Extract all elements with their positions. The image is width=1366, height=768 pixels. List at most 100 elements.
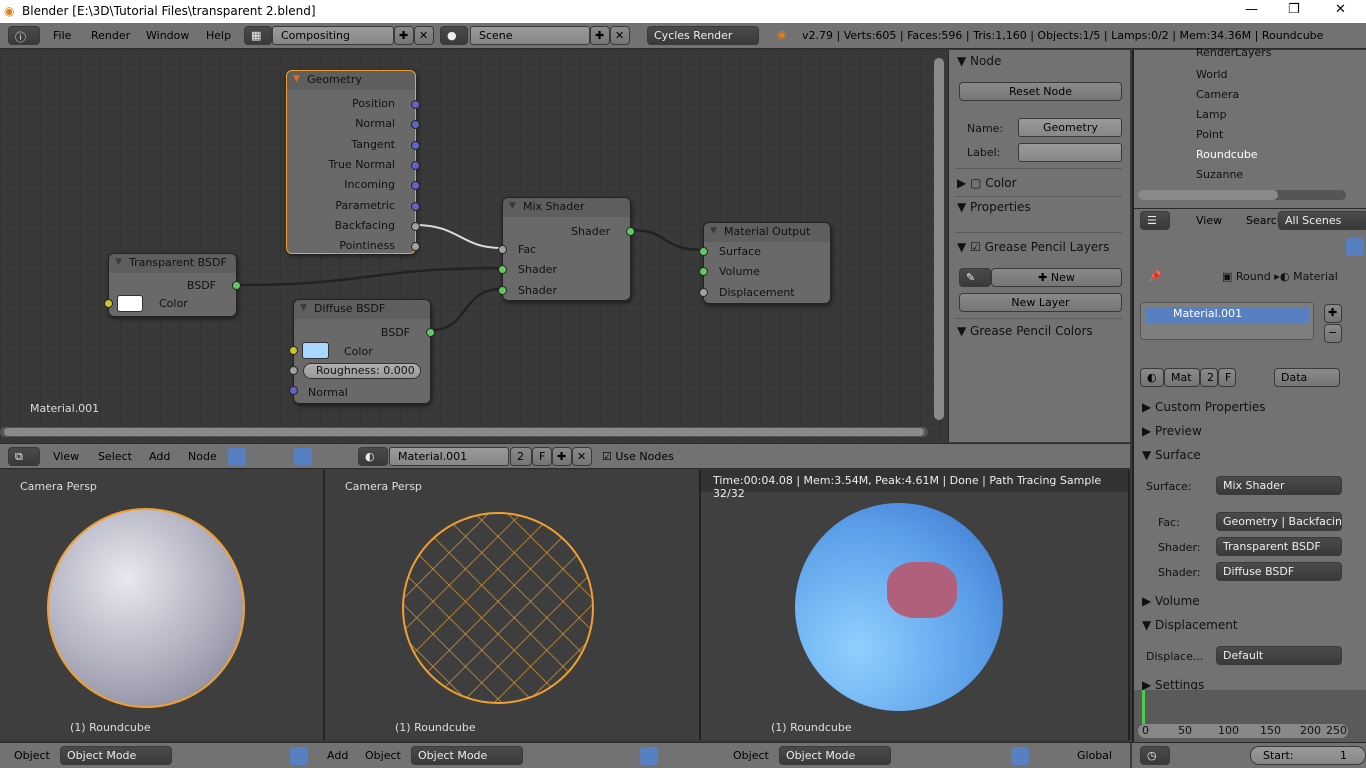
socket-color[interactable]	[104, 299, 113, 308]
unlink-material-button[interactable]: ✕	[572, 447, 592, 466]
remove-slot-button[interactable]: −	[1324, 324, 1342, 343]
node-label-field[interactable]	[1018, 143, 1122, 162]
editor-type-info-icon[interactable]: ⓘ	[8, 26, 40, 45]
fake-user-button[interactable]: F	[1218, 368, 1236, 387]
node-transparent-bsdf[interactable]: Transparent BSDF BSDF Color	[104, 253, 241, 317]
socket-normal[interactable]	[289, 386, 298, 395]
use-nodes-checkbox[interactable]: ☑ Use Nodes	[602, 450, 674, 463]
color-swatch[interactable]	[117, 295, 143, 312]
material-tab-icon[interactable]	[1346, 238, 1364, 256]
socket-shader-in-2[interactable]	[498, 286, 507, 295]
material-browse-icon[interactable]: ◐	[358, 447, 388, 466]
display-mode-dropdown[interactable]: All Scenes	[1278, 211, 1366, 230]
outliner-item-world[interactable]: World	[1196, 68, 1228, 81]
menu-object[interactable]: Object	[14, 749, 50, 762]
material-name-field[interactable]: Mat	[1164, 368, 1200, 387]
scene-icon[interactable]: ●	[440, 26, 468, 45]
add-scene-button[interactable]: ✚	[590, 26, 610, 45]
panel-header-properties[interactable]: ▼ Properties	[957, 200, 1031, 214]
shader-1-dropdown[interactable]: Transparent BSDF	[1216, 537, 1342, 556]
panel-preview[interactable]: ▶ Preview	[1142, 424, 1202, 438]
panel-header-color[interactable]: ▶ ▢ Color	[957, 176, 1017, 190]
add-slot-button[interactable]: ✚	[1324, 304, 1342, 323]
menu-help[interactable]: Help	[206, 29, 231, 42]
node-editor-type-icon[interactable]: ⧉	[8, 447, 40, 466]
current-frame-indicator[interactable]	[1142, 690, 1145, 724]
outliner-item-renderlayers[interactable]: RenderLayers	[1196, 46, 1272, 59]
menu-view[interactable]: View	[1196, 214, 1222, 227]
roundcube-object[interactable]	[47, 508, 245, 708]
outliner-row[interactable]: Roundcube	[1134, 148, 1346, 168]
roundcube-wireframe[interactable]	[402, 512, 594, 704]
material-field[interactable]: Material.001	[389, 447, 509, 466]
mode-dropdown[interactable]: Object Mode	[411, 746, 523, 765]
socket-position[interactable]	[411, 100, 420, 109]
timeline[interactable]: 0 50 100 150 200 250	[1132, 690, 1366, 742]
menu-window[interactable]: Window	[146, 29, 189, 42]
start-frame-field[interactable]: Start: 1	[1250, 746, 1366, 765]
viewport-wireframe[interactable]: Camera Persp (1) Roundcube	[325, 470, 701, 740]
socket-parametric[interactable]	[411, 202, 420, 211]
outliner-item-lamp[interactable]: Lamp	[1196, 108, 1227, 121]
timeline-editor-icon[interactable]: ◷	[1140, 746, 1170, 765]
outliner-row[interactable]: Lamp	[1134, 108, 1346, 128]
material-slot-list[interactable]: Material.001	[1140, 302, 1314, 340]
socket-displacement[interactable]	[699, 288, 708, 297]
outliner-scrollbar[interactable]	[1138, 190, 1346, 200]
socket-color[interactable]	[289, 346, 298, 355]
node-name-field[interactable]: Geometry	[1018, 118, 1122, 137]
outliner-row[interactable]: Camera	[1134, 88, 1346, 108]
mode-dropdown[interactable]: Object Mode	[60, 746, 172, 765]
outliner-editor-icon[interactable]: ☰	[1140, 211, 1170, 230]
node-mix-shader[interactable]: Mix Shader Shader Fac Shader Shader	[498, 197, 635, 301]
menu-file[interactable]: File	[53, 29, 71, 42]
properties-tabs[interactable]	[1138, 236, 1366, 258]
screen-layout-icon[interactable]: ▦	[244, 26, 272, 45]
outliner-item-roundcube[interactable]: Roundcube	[1196, 148, 1258, 161]
panel-volume[interactable]: ▶ Volume	[1142, 594, 1200, 608]
render-engine-dropdown[interactable]: Cycles Render	[647, 26, 759, 45]
new-layer-button[interactable]: New Layer	[959, 293, 1122, 312]
socket-tangent[interactable]	[411, 141, 420, 150]
layout-field[interactable]: Compositing	[272, 26, 394, 45]
roughness-slider[interactable]: Roughness: 0.000	[303, 363, 421, 379]
socket-shader-in-1[interactable]	[498, 265, 507, 274]
orientation-dropdown[interactable]: Global	[1077, 749, 1112, 762]
horizontal-scrollbar[interactable]	[0, 427, 928, 437]
socket-fac[interactable]	[498, 245, 507, 254]
socket-shader-out[interactable]	[626, 227, 635, 236]
node-editor[interactable]: Geometry Position Normal Tangent True No…	[0, 50, 948, 442]
menu-object[interactable]: Object	[365, 749, 401, 762]
vertical-scrollbar[interactable]	[934, 58, 944, 420]
viewport-rendered[interactable]: Time:00:04.08 | Mem:3.54M, Peak:4.61M | …	[701, 470, 1130, 740]
outliner-row[interactable]: Suzanne	[1134, 168, 1346, 188]
users-count[interactable]: 2	[510, 447, 532, 466]
menu-select[interactable]: Select	[98, 450, 132, 463]
outliner-item-suzanne[interactable]: Suzanne	[1196, 168, 1243, 181]
socket-true-normal[interactable]	[411, 161, 420, 170]
fake-user-button[interactable]: F	[532, 447, 552, 466]
minimize-button[interactable]: —	[1245, 2, 1258, 17]
add-layout-button[interactable]: ✚	[394, 26, 414, 45]
users-count[interactable]: 2	[1200, 368, 1218, 387]
link-dropdown[interactable]: Data	[1274, 368, 1340, 387]
panel-header-node[interactable]: ▼ Node	[957, 54, 1001, 68]
mode-dropdown[interactable]: Object Mode	[779, 746, 891, 765]
translate-manipulator-icon[interactable]	[290, 747, 308, 765]
socket-surface[interactable]	[699, 247, 708, 256]
socket-volume[interactable]	[699, 267, 708, 276]
reset-node-button[interactable]: Reset Node	[959, 82, 1122, 101]
pencil-icon[interactable]: ✎	[959, 268, 991, 287]
pin-icon[interactable]: 📌	[1148, 270, 1162, 283]
outliner-item-point[interactable]: Point	[1196, 128, 1223, 141]
menu-add[interactable]: Add	[327, 749, 348, 762]
delete-scene-button[interactable]: ✕	[610, 26, 630, 45]
panel-displacement[interactable]: ▼ Displacement	[1142, 618, 1238, 632]
scene-field[interactable]: Scene	[470, 26, 590, 45]
panel-header-grease-pencil-layers[interactable]: ▼ ☑ Grease Pencil Layers	[957, 240, 1109, 254]
material-browse-icon[interactable]: ◐	[1140, 368, 1164, 387]
translate-manipulator-icon[interactable]	[640, 747, 658, 765]
translate-manipulator-icon[interactable]	[1011, 747, 1029, 765]
outliner-row[interactable]: RenderLayers	[1134, 46, 1346, 66]
outliner-item-camera[interactable]: Camera	[1196, 88, 1239, 101]
